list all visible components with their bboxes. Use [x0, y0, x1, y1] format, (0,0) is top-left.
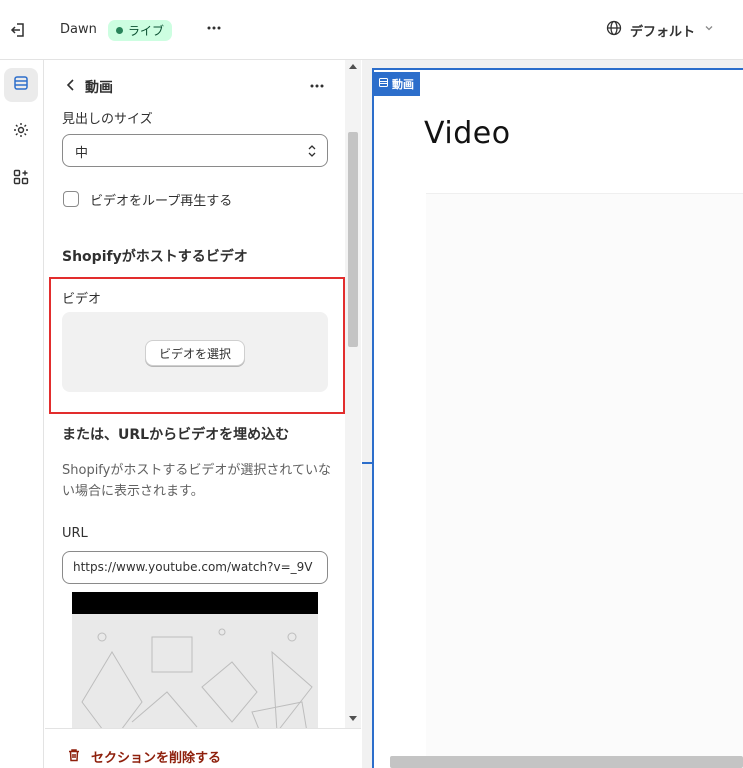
hosted-video-heading: Shopifyがホストするビデオ: [62, 249, 248, 265]
more-options-icon[interactable]: [204, 18, 224, 38]
apps-icon: [12, 168, 30, 190]
video-field-label: ビデオ: [62, 292, 102, 307]
scroll-down-icon[interactable]: [349, 716, 357, 721]
loop-video-checkbox[interactable]: [63, 191, 79, 207]
language-selector[interactable]: デフォルト: [606, 20, 715, 40]
top-bar: Dawn ライブ デフォルト: [0, 0, 743, 60]
select-arrows-icon: [306, 143, 318, 163]
url-field-label: URL: [62, 526, 88, 541]
left-rail: [0, 60, 44, 768]
delete-section-button[interactable]: セクションを削除する: [67, 747, 221, 766]
url-embed-heading: または、URLからビデオを埋め込む: [62, 427, 290, 443]
resize-handle[interactable]: [362, 462, 372, 464]
panel-header: 動画: [45, 60, 345, 112]
live-status-badge: ライブ: [108, 20, 173, 41]
heading-size-value: 中: [75, 146, 89, 161]
chevron-down-icon: [703, 22, 715, 38]
url-input[interactable]: https://www.youtube.com/watch?v=_9V: [62, 551, 328, 584]
scroll-up-icon[interactable]: [349, 64, 357, 69]
panel-footer: セクションを削除する: [45, 728, 361, 768]
trash-icon: [67, 748, 81, 766]
language-label: デフォルト: [630, 24, 696, 40]
exit-icon[interactable]: [8, 20, 28, 40]
preview-video-heading: Video: [424, 116, 511, 151]
globe-icon: [606, 20, 622, 40]
preview-section-tag: 動画: [372, 72, 420, 96]
apps-nav-button[interactable]: [4, 162, 38, 196]
placeholder-illustration-icon: [81, 628, 313, 742]
scrollbar-thumb[interactable]: [348, 132, 358, 347]
preview-horizontal-scrollbar[interactable]: [390, 756, 743, 768]
live-dot-icon: [116, 27, 123, 34]
gear-icon: [12, 121, 30, 143]
loop-video-label: ビデオをループ再生する: [90, 194, 233, 209]
sections-nav-button[interactable]: [4, 68, 38, 102]
preview-video-area: [426, 193, 743, 768]
delete-section-label: セクションを削除する: [91, 751, 222, 766]
section-settings-panel: 動画 見出しのサイズ 中 ビデオをループ再生する Shopifyがホストするビデ…: [45, 60, 345, 768]
panel-title: 動画: [85, 80, 113, 96]
theme-name: Dawn: [60, 22, 97, 37]
live-badge-label: ライブ: [128, 24, 165, 38]
panel-more-icon[interactable]: [307, 76, 327, 96]
select-video-button[interactable]: ビデオを選択: [145, 340, 245, 366]
section-tag-icon: [378, 77, 389, 91]
url-help-text: Shopifyがホストするビデオが選択されていない場合に表示されます。: [62, 463, 331, 499]
heading-size-select[interactable]: 中: [62, 134, 328, 167]
theme-settings-nav-button[interactable]: [4, 115, 38, 149]
back-chevron-icon[interactable]: [63, 77, 79, 93]
video-dropzone: ビデオを選択: [62, 312, 328, 392]
sections-icon: [12, 74, 30, 96]
section-tag-label: 動画: [392, 78, 414, 91]
video-thumbnail: [72, 592, 318, 742]
panel-scrollbar[interactable]: [345, 60, 361, 728]
